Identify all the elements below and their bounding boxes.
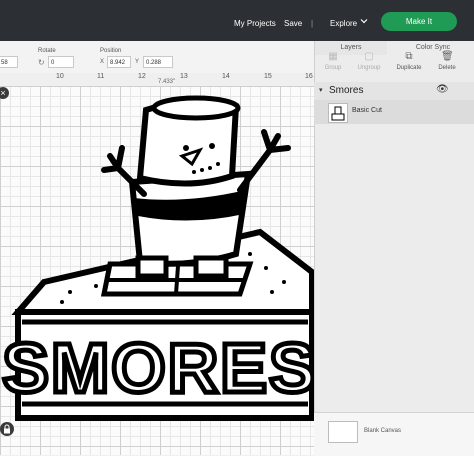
layer-group-smores[interactable]: ▾ Smores 👁	[314, 82, 474, 100]
chevron-down-icon[interactable]	[360, 17, 368, 27]
duplicate-icon: ⧉	[405, 51, 413, 62]
explore-menu[interactable]: Explore	[330, 19, 357, 28]
size-field[interactable]: 58	[0, 56, 18, 68]
layer-group-name: Smores	[329, 85, 364, 96]
blank-canvas-swatch[interactable]	[328, 421, 358, 443]
ruler-tick: 13	[180, 73, 188, 80]
x-label: X	[100, 59, 105, 65]
ruler-tick: 11	[97, 73, 105, 80]
y-label: Y	[135, 59, 140, 65]
group-button[interactable]: ▦ Group	[315, 51, 351, 71]
rotate-label: Rotate	[38, 48, 56, 54]
my-projects-link[interactable]: My Projects	[234, 19, 276, 28]
blank-canvas-label: Blank Canvas	[364, 428, 402, 434]
rotate-icon: ↻	[38, 58, 45, 67]
eye-icon[interactable]: 👁	[436, 84, 449, 95]
duplicate-button[interactable]: ⧉ Duplicate	[391, 51, 427, 71]
ruler-tick: 15	[264, 73, 272, 80]
x-field[interactable]: 8.942	[107, 56, 131, 68]
smores-text: SMORES	[2, 329, 314, 407]
ruler-tick: 12	[138, 73, 146, 80]
lock-icon[interactable]	[0, 422, 14, 436]
layer-thumbnail	[328, 103, 348, 123]
horizontal-ruler: 10 11 12 13 14 15 16 7.433"	[0, 73, 314, 87]
top-bar: My Projects Save | Explore Make It	[0, 0, 474, 41]
layer-item[interactable]: Basic Cut	[314, 100, 474, 124]
save-button[interactable]: Save	[284, 19, 302, 28]
ruler-tick: 16	[305, 73, 313, 80]
ungroup-button[interactable]: ▢ Ungroup	[351, 51, 387, 71]
trash-icon: 🗑	[441, 51, 454, 62]
edit-toolbar: 58 Rotate ↻ 0 Position X 8.942 Y 0.288	[0, 41, 314, 74]
blank-canvas-section: Blank Canvas	[314, 412, 474, 456]
layer-operation-label: Basic Cut	[352, 107, 382, 114]
chevron-down-icon[interactable]: ▾	[319, 86, 323, 94]
header-divider: |	[311, 19, 314, 28]
ungroup-icon: ▢	[364, 51, 374, 62]
position-label: Position	[100, 48, 122, 54]
dimension-label: 7.433"	[158, 79, 176, 85]
y-field[interactable]: 0.288	[143, 56, 173, 68]
make-it-button[interactable]: Make It	[381, 12, 457, 31]
group-icon: ▦	[328, 51, 338, 62]
ruler-tick: 14	[222, 73, 230, 80]
rotate-field[interactable]: 0	[48, 56, 74, 68]
smores-design[interactable]: SMORES	[0, 86, 314, 455]
ruler-tick: 10	[56, 73, 64, 80]
delete-button[interactable]: 🗑 Delete	[429, 51, 465, 71]
